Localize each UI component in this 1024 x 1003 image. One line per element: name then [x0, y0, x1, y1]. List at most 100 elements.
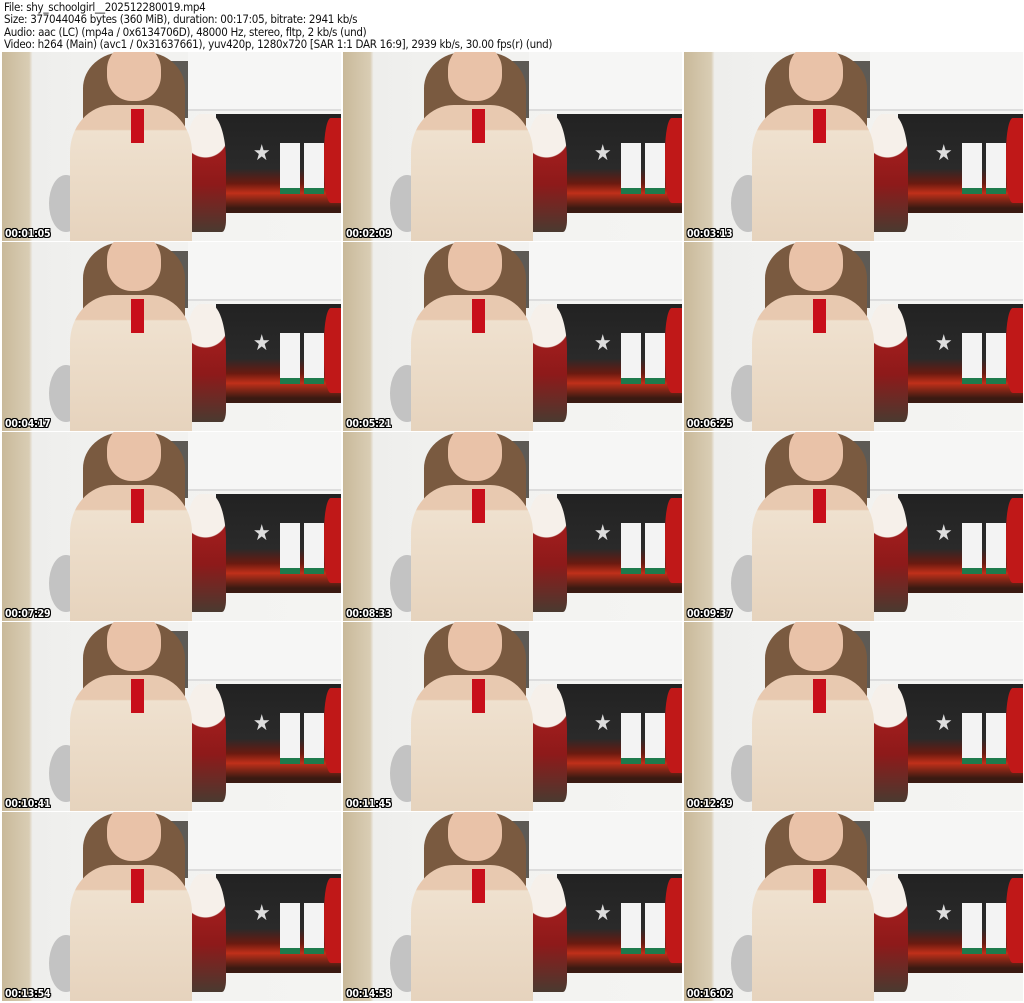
santa-hat [324, 118, 341, 204]
video-thumbnail: ★ 00:02:09 [343, 52, 682, 241]
santa-hat [665, 498, 682, 584]
video-thumbnail: ★ 00:08:33 [343, 432, 682, 621]
star-ornament: ★ [934, 520, 953, 546]
star-ornament: ★ [593, 520, 612, 546]
video-thumbnail: ★ 00:06:25 [684, 242, 1023, 431]
stocking [985, 712, 1007, 765]
thumbnail-timestamp: 00:14:58 [346, 988, 392, 1000]
santa-hat [1006, 118, 1023, 204]
stocking [961, 712, 983, 765]
cabinet [529, 622, 682, 681]
stocking [644, 142, 666, 195]
video-thumbnail: ★ 00:05:21 [343, 242, 682, 431]
cabinet [529, 52, 682, 111]
star-ornament: ★ [593, 710, 612, 736]
cabinet [529, 242, 682, 301]
stocking [620, 522, 642, 575]
stocking [620, 332, 642, 385]
thumbnail-timestamp: 00:16:02 [687, 988, 733, 1000]
stocking [985, 142, 1007, 195]
stocking [961, 522, 983, 575]
person-face [789, 52, 844, 102]
video-thumbnail: ★ 00:03:13 [684, 52, 1023, 241]
person-face [789, 812, 844, 862]
star-ornament: ★ [934, 900, 953, 926]
thumbnail-grid: ★ 00:01:05 ★ 00:02:09 ★ 00:03:13 ★ 00:04:17 ★ 00:… [2, 52, 1023, 1001]
person-face [107, 242, 162, 292]
stocking [985, 902, 1007, 955]
video-thumbnail: ★ 00:07:29 [2, 432, 341, 621]
stocking [985, 332, 1007, 385]
stocking [303, 522, 325, 575]
thumbnail-timestamp: 00:07:29 [5, 608, 51, 620]
stocking [644, 522, 666, 575]
video-thumbnail: ★ 00:11:45 [343, 622, 682, 811]
thumbnail-timestamp: 00:11:45 [346, 798, 392, 810]
video-thumbnail: ★ 00:14:58 [343, 812, 682, 1001]
stocking [303, 142, 325, 195]
person-face [448, 432, 503, 482]
thumbnail-timestamp: 00:02:09 [346, 228, 392, 240]
star-ornament: ★ [252, 710, 271, 736]
stocking [961, 332, 983, 385]
santa-hat [324, 498, 341, 584]
video-thumbnail: ★ 00:01:05 [2, 52, 341, 241]
cabinet [188, 432, 341, 491]
person-face [448, 242, 503, 292]
cabinet [188, 242, 341, 301]
file-info-header: File: shy_schoolgirl__202512280019.mp4 S… [4, 1, 552, 51]
red-ribbon [471, 868, 486, 903]
red-ribbon [471, 298, 486, 333]
red-ribbon [130, 298, 145, 333]
video-thumbnail: ★ 00:10:41 [2, 622, 341, 811]
stocking [279, 902, 301, 955]
person-face [107, 432, 162, 482]
thumbnail-timestamp: 00:08:33 [346, 608, 392, 620]
thumbnail-timestamp: 00:06:25 [687, 418, 733, 430]
santa-hat [1006, 878, 1023, 964]
star-ornament: ★ [934, 330, 953, 356]
star-ornament: ★ [593, 330, 612, 356]
cabinet [870, 622, 1023, 681]
stocking [961, 902, 983, 955]
person-face [448, 52, 503, 102]
cabinet [188, 52, 341, 111]
santa-hat [1006, 688, 1023, 774]
stocking [279, 522, 301, 575]
person-face [448, 812, 503, 862]
red-ribbon [130, 488, 145, 523]
red-ribbon [812, 108, 827, 143]
video-info: Video: h264 (Main) (avc1 / 0x31637661), … [4, 37, 553, 52]
santa-hat [1006, 498, 1023, 584]
santa-hat [665, 308, 682, 394]
person-face [789, 242, 844, 292]
video-thumbnail: ★ 00:04:17 [2, 242, 341, 431]
red-ribbon [471, 678, 486, 713]
star-ornament: ★ [252, 140, 271, 166]
stocking [644, 332, 666, 385]
thumbnail-timestamp: 00:10:41 [5, 798, 51, 810]
santa-hat [665, 118, 682, 204]
cabinet [188, 812, 341, 871]
cabinet [529, 432, 682, 491]
stocking [961, 142, 983, 195]
video-thumbnail: ★ 00:12:49 [684, 622, 1023, 811]
person-face [107, 812, 162, 862]
thumbnail-timestamp: 00:12:49 [687, 798, 733, 810]
stocking [279, 712, 301, 765]
star-ornament: ★ [252, 520, 271, 546]
santa-hat [324, 688, 341, 774]
cabinet [529, 812, 682, 871]
stocking [644, 712, 666, 765]
star-ornament: ★ [593, 140, 612, 166]
red-ribbon [812, 678, 827, 713]
thumbnail-timestamp: 00:01:05 [5, 228, 51, 240]
stocking [644, 902, 666, 955]
cabinet [870, 812, 1023, 871]
thumbnail-timestamp: 00:04:17 [5, 418, 51, 430]
cabinet [870, 52, 1023, 111]
person-face [448, 622, 503, 672]
star-ornament: ★ [593, 900, 612, 926]
stocking [279, 332, 301, 385]
person-face [789, 432, 844, 482]
